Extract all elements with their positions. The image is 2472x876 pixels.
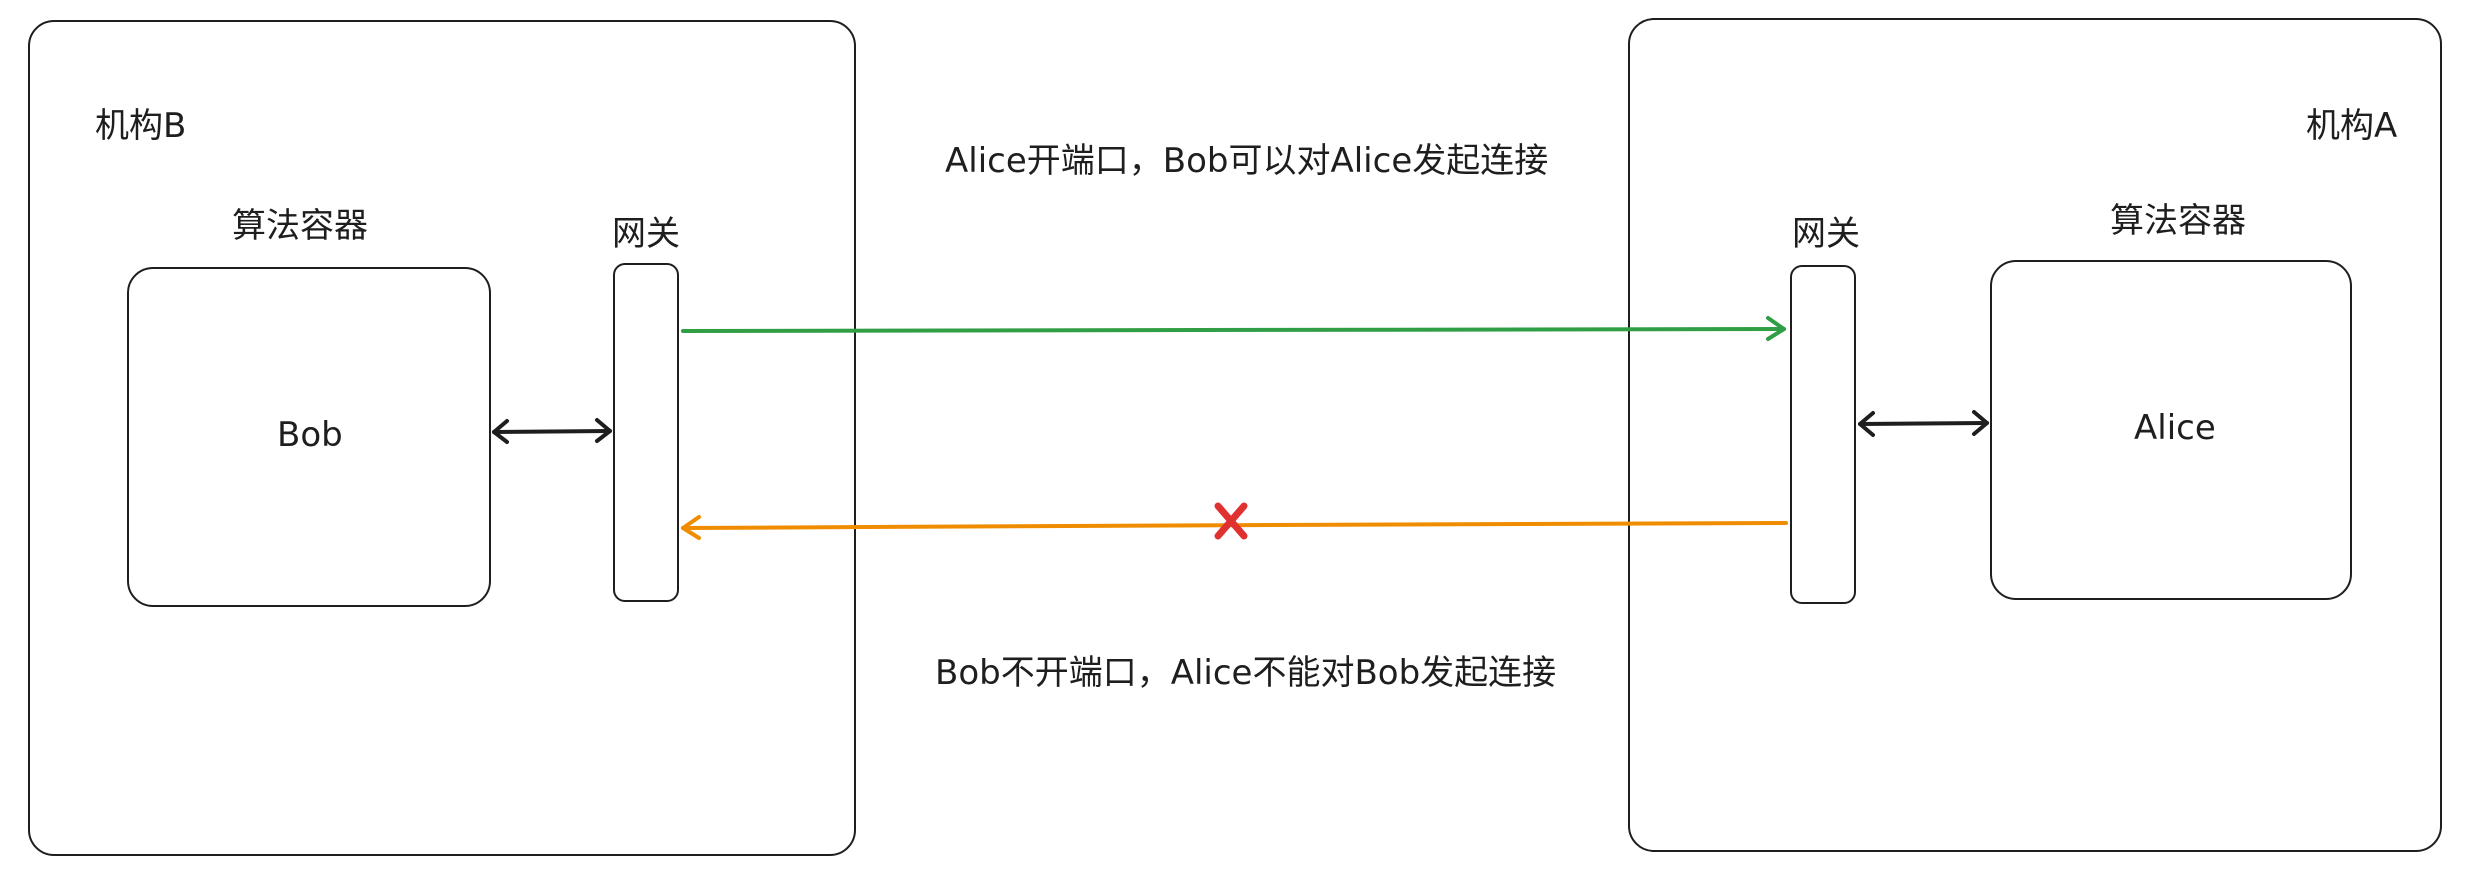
connection-arrows <box>492 316 1989 540</box>
blocked-x-icon <box>1214 502 1248 540</box>
bob-gateway-bidirectional-arrow <box>492 418 612 444</box>
allowed-connection-arrow <box>681 316 1786 341</box>
alice-gateway-bidirectional-arrow <box>1858 410 1989 437</box>
